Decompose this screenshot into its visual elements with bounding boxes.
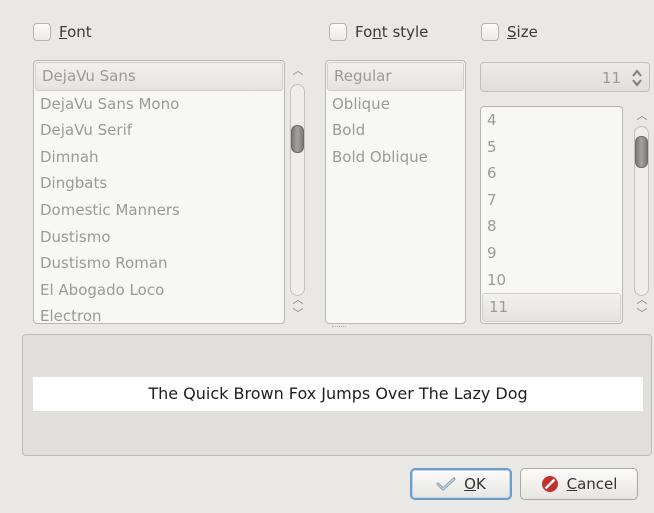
font-style-header-label: Font style xyxy=(355,23,429,41)
font-list-item[interactable]: DejaVu Sans Mono xyxy=(34,91,284,118)
preview-sample-text[interactable]: The Quick Brown Fox Jumps Over The Lazy … xyxy=(33,377,643,411)
size-enable-checkbox-row[interactable]: Size xyxy=(481,20,538,44)
font-list-item[interactable]: DejaVu Sans xyxy=(35,62,283,91)
font-style-enable-checkbox-row[interactable]: Font style xyxy=(329,20,428,44)
stop-icon xyxy=(541,475,559,493)
style-list-item[interactable]: Oblique xyxy=(326,91,465,118)
size-list-item[interactable]: 9 xyxy=(481,240,622,267)
splitter-handle[interactable] xyxy=(332,326,346,331)
cancel-label: Cancel xyxy=(566,475,618,493)
font-style-list[interactable]: Regular Oblique Bold Bold Oblique xyxy=(325,60,466,324)
style-list-item[interactable]: Regular xyxy=(327,62,464,91)
scroll-down-arrow-icon[interactable]: ﹀ xyxy=(289,308,307,320)
size-list-item[interactable]: 5 xyxy=(481,134,622,161)
scroll-up-arrow-icon[interactable]: ︿ xyxy=(633,110,651,122)
font-header-label: Font xyxy=(59,23,92,41)
font-list-item[interactable]: Dimnah xyxy=(34,144,284,171)
scroll-down-arrow-icon[interactable]: ﹀ xyxy=(633,308,651,320)
ok-button[interactable]: OK xyxy=(410,468,512,500)
checkmark-icon xyxy=(436,477,456,491)
style-list-item[interactable]: Bold Oblique xyxy=(326,144,465,171)
font-list-item[interactable]: Dustismo xyxy=(34,224,284,251)
font-checkbox[interactable] xyxy=(33,23,51,41)
up-down-arrows-icon[interactable] xyxy=(631,69,643,87)
ok-label: OK xyxy=(464,475,486,493)
size-checkbox[interactable] xyxy=(481,23,499,41)
font-list-item[interactable]: DejaVu Serif xyxy=(34,117,284,144)
scroll-up-arrow-icon[interactable]: ︿ xyxy=(289,65,307,77)
size-value: 11 xyxy=(601,69,621,87)
font-list-item[interactable]: Dustismo Roman xyxy=(34,250,284,277)
font-list-item[interactable]: Domestic Manners xyxy=(34,197,284,224)
font-list-item[interactable]: Electron xyxy=(34,303,284,323)
scroll-up-arrow-icon[interactable]: ︿ xyxy=(633,294,651,306)
font-list-item[interactable]: El Abogado Loco xyxy=(34,277,284,304)
size-list-item[interactable]: 6 xyxy=(481,160,622,187)
size-header-label: Size xyxy=(507,23,538,41)
size-list-scrollbar[interactable]: ︿ ︿ ﹀ xyxy=(633,106,651,324)
size-list-item[interactable]: 4 xyxy=(481,107,622,134)
scrollbar-thumb[interactable] xyxy=(291,125,304,153)
scroll-up-arrow-icon[interactable]: ︿ xyxy=(289,294,307,306)
size-spinbox[interactable]: 11 xyxy=(480,62,650,92)
font-style-checkbox[interactable] xyxy=(329,23,347,41)
size-list[interactable]: 4 5 6 7 8 9 10 11 xyxy=(480,106,623,324)
scrollbar-thumb[interactable] xyxy=(635,136,648,168)
font-list-item[interactable]: Dingbats xyxy=(34,170,284,197)
scrollbar-track[interactable] xyxy=(290,84,305,296)
style-list-item[interactable]: Bold xyxy=(326,117,465,144)
size-list-item[interactable]: 11 xyxy=(482,293,621,322)
font-family-list[interactable]: DejaVu Sans DejaVu Sans Mono DejaVu Serif D… xyxy=(33,60,285,324)
size-list-item[interactable]: 7 xyxy=(481,187,622,214)
cancel-button[interactable]: Cancel xyxy=(520,468,638,500)
size-list-item[interactable]: 8 xyxy=(481,213,622,240)
size-list-item[interactable]: 10 xyxy=(481,267,622,294)
font-enable-checkbox-row[interactable]: Font xyxy=(33,20,92,44)
font-list-scrollbar[interactable]: ︿ ︿ ﹀ xyxy=(289,60,307,324)
